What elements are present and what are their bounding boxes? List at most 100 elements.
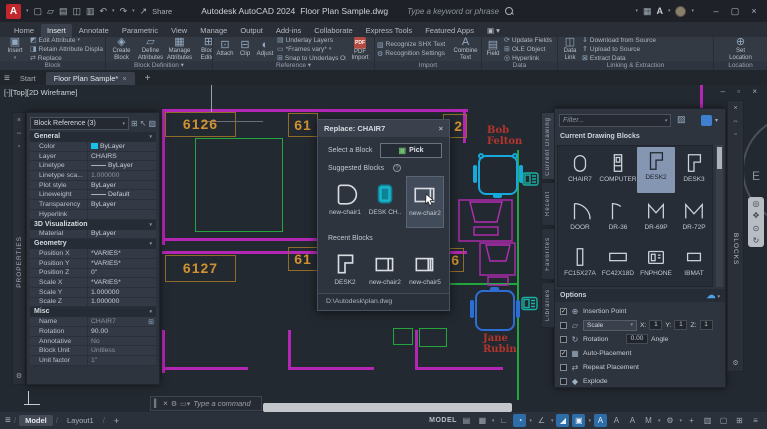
property-row[interactable]: LineweightDefault	[30, 190, 156, 200]
properties-autohide-icon[interactable]: ⇔	[16, 129, 23, 138]
panel-name-linking[interactable]: Linking & Extraction	[558, 61, 713, 70]
tab-parametric[interactable]: Parametric	[116, 24, 164, 37]
block-item-ibmat[interactable]: IBMAT	[675, 243, 713, 277]
blocks-palette-title[interactable]: BLOCKS	[732, 233, 739, 265]
blocks-filter-input[interactable]: Filter...▾	[559, 114, 671, 127]
search-input[interactable]: Type a keyword or phrase	[407, 7, 499, 16]
section-3d-visualization[interactable]: 3D Visualization▾	[30, 220, 156, 230]
option-insertion-point[interactable]: ⊕Insertion Point	[560, 305, 721, 317]
osnap-caret-icon[interactable]: ▾	[588, 418, 591, 424]
combine-text-button[interactable]: ACombine Text	[452, 37, 479, 61]
polar-caret-icon[interactable]: ▾	[529, 418, 532, 424]
room-label[interactable]: 61	[288, 113, 318, 137]
scale-x-input[interactable]: 1	[649, 320, 662, 330]
cart-icon[interactable]: ▦	[643, 0, 652, 22]
quick-select-icon[interactable]: ▨	[148, 119, 156, 128]
compass-east-label[interactable]: E	[752, 169, 760, 183]
blocks-autohide-icon[interactable]: ⇔	[732, 117, 739, 126]
suggested-block-new-chair2[interactable]: new-chair2	[406, 176, 444, 228]
upload-to-source-button[interactable]: ⇑Upload to Source	[582, 45, 656, 53]
block-item-dr72p[interactable]: DR-72P	[675, 197, 713, 231]
app-menu-caret-icon[interactable]: ▾	[26, 8, 29, 14]
property-row[interactable]: Rotation90.00	[30, 327, 156, 337]
tab-output[interactable]: Output	[234, 24, 269, 37]
block-editor-shortcut-icon[interactable]: ▨	[677, 114, 686, 125]
redo-caret-icon[interactable]: ▾	[132, 8, 135, 14]
set-location-button[interactable]: ⊕Set Location	[727, 37, 754, 61]
section-general[interactable]: General▾	[30, 132, 156, 142]
panel-name-block[interactable]: Block	[0, 61, 105, 70]
occupant-name-text[interactable]: BobFelton	[487, 125, 522, 147]
block-item-desk2-selected[interactable]: DESK2	[637, 147, 675, 193]
panel-name-data[interactable]: Data	[482, 61, 557, 70]
properties-pin-icon[interactable]: ▫	[18, 142, 20, 151]
property-row[interactable]: Scale Y1.000000	[30, 288, 156, 298]
property-row[interactable]: Position X*VARIES*	[30, 249, 156, 259]
workspace-caret-icon[interactable]: ▾	[658, 418, 661, 424]
scale-z-input[interactable]: 1	[700, 320, 713, 330]
workspace-icon[interactable]: M	[642, 414, 655, 427]
block-item-computer[interactable]: COMPUTER	[599, 149, 637, 183]
block-table-icon[interactable]: ⊞	[148, 318, 154, 326]
minimize-button[interactable]: –	[709, 6, 723, 16]
command-tools-icon[interactable]: ⚙	[171, 400, 177, 408]
rotation-angle-input[interactable]: 0.00	[626, 334, 648, 344]
cloud-sync-icon[interactable]: ☁	[707, 290, 716, 300]
auto-placement-checkbox[interactable]	[560, 350, 567, 357]
new-layout-button[interactable]: +	[108, 415, 125, 427]
property-row[interactable]: Plot styleByLayer	[30, 181, 156, 191]
retain-attribute-button[interactable]: ◨Retain Attribute Display▾	[30, 45, 103, 53]
scale-y-input[interactable]: 1	[674, 320, 687, 330]
command-recent-icon[interactable]: ▭▾	[180, 400, 190, 408]
insert-button[interactable]: ▣Insert▾	[2, 37, 28, 61]
customize-menu-icon[interactable]: ≡	[749, 414, 762, 427]
viewport-controls[interactable]: [-][Top][2D Wireframe]	[4, 88, 77, 97]
maximize-button[interactable]: ▢	[728, 6, 742, 17]
blocks-scrollbar[interactable]	[716, 145, 723, 287]
hyperlink-button[interactable]: ◎Hyperlink	[504, 54, 552, 61]
steering-wheel-icon[interactable]: ◎	[753, 199, 760, 208]
snap-to-underlays-button[interactable]: ⊞Snap to Underlays ON▾	[277, 54, 346, 61]
chair-block[interactable]	[478, 155, 518, 195]
avatar-caret-icon[interactable]: ▾	[691, 8, 694, 14]
update-fields-button[interactable]: ⟳Update Fields	[504, 37, 552, 44]
model-space-toggle[interactable]: MODEL	[429, 417, 457, 424]
property-row[interactable]: Position Z0"	[30, 269, 156, 279]
insertion-point-checkbox[interactable]	[560, 308, 567, 315]
undo-icon[interactable]: ↶	[100, 0, 108, 22]
option-repeat-placement[interactable]: ⇄Repeat Placement	[560, 361, 721, 373]
annotation-scale-icon[interactable]: A	[626, 414, 639, 427]
block-item-fc42x18d[interactable]: FC42X18D	[599, 243, 637, 277]
plot-icon[interactable]: ▥	[86, 0, 95, 22]
help-icon[interactable]: ?	[393, 164, 401, 172]
share-label[interactable]: Share	[152, 7, 172, 16]
viewport-window-buttons[interactable]: – ▫ ×	[721, 87, 762, 96]
block-item-desk3[interactable]: DESK3	[675, 149, 713, 183]
clean-screen-icon[interactable]: ⊞	[733, 414, 746, 427]
property-row[interactable]: Unit factor1"	[30, 356, 156, 366]
blocks-tab-current-drawing[interactable]: Current Drawing	[541, 112, 554, 180]
scale-select[interactable]: Scale▾	[583, 320, 637, 331]
define-attributes-button[interactable]: ▱Define Attributes	[137, 37, 164, 61]
attach-button[interactable]: ⊡Attach	[215, 40, 235, 58]
property-row[interactable]: NameCHAIR7⊞	[30, 317, 156, 327]
zoom-icon[interactable]: ⊙	[753, 224, 760, 233]
room-label[interactable]: 6127	[165, 255, 236, 282]
tab-annotate[interactable]: Annotate	[73, 24, 115, 37]
block-item-dr36[interactable]: DR-36	[599, 197, 637, 231]
chair-block[interactable]	[475, 290, 515, 331]
underlay-layers-button[interactable]: ▤Underlay Layers	[277, 37, 346, 44]
new-file-icon[interactable]: ▢	[34, 0, 43, 22]
property-row[interactable]: Scale Z1.000000	[30, 298, 156, 308]
panel-name-block-definition[interactable]: Block Definition ▾	[106, 61, 212, 70]
recent-block-new-chair5[interactable]: new-chair5	[406, 246, 444, 298]
phone-block[interactable]	[521, 295, 539, 312]
section-misc[interactable]: Misc▾	[30, 307, 156, 317]
isolate-objects-icon[interactable]: ▥	[701, 414, 714, 427]
tab-collaborate[interactable]: Collaborate	[308, 24, 358, 37]
blocks-close-icon[interactable]: ×	[733, 104, 737, 113]
properties-settings-icon[interactable]: ⚙	[16, 372, 22, 381]
blocks-tab-recent[interactable]: Recent	[541, 182, 554, 226]
extract-data-button[interactable]: ⊠Extract Data	[582, 54, 656, 61]
blocks-settings-icon[interactable]: ⚙	[732, 359, 738, 368]
